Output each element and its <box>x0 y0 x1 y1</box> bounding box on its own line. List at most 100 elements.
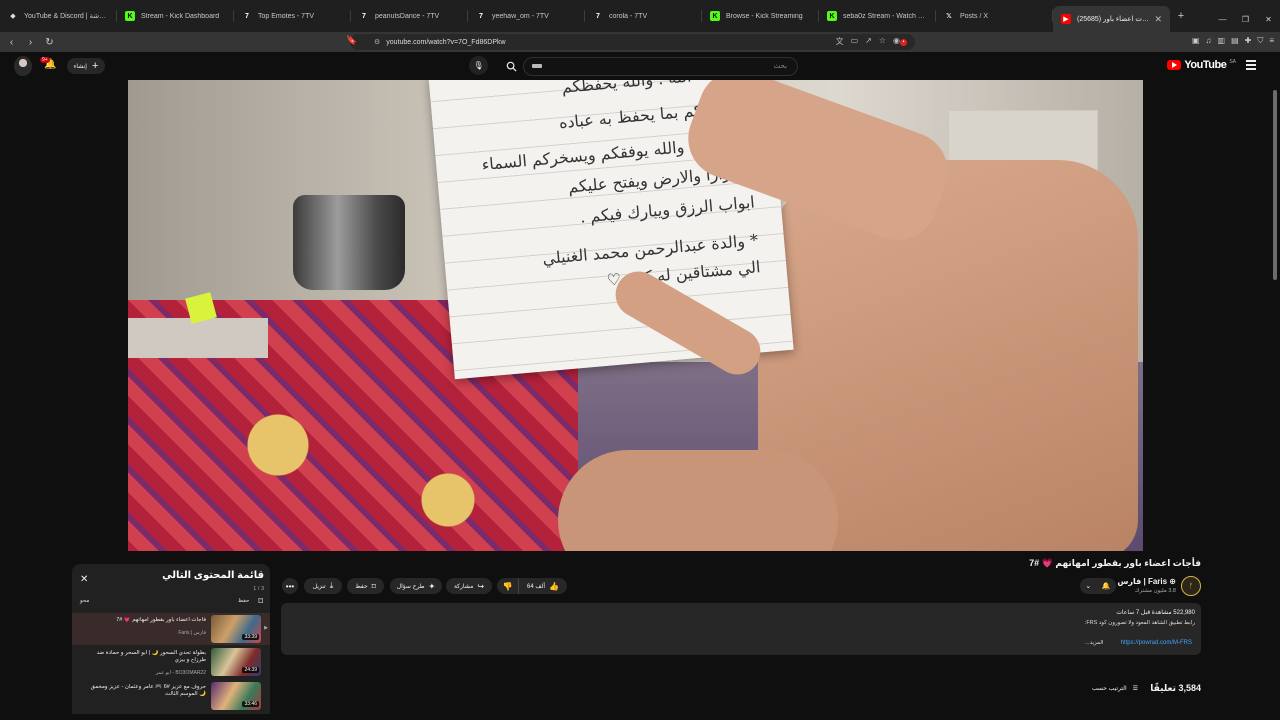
save-playlist-icon[interactable]: ⌑ <box>258 596 263 607</box>
more-actions-button[interactable]: ••• <box>282 578 298 594</box>
browser-tab[interactable]: ◆YouTube & Discord | يوت الدردشة <box>0 0 117 32</box>
7tv-icon: 7 <box>479 12 483 20</box>
ask-button[interactable]: طرح سؤال ✦ <box>390 578 442 594</box>
forward-button[interactable]: › <box>23 37 38 48</box>
kick-icon: K <box>827 11 837 21</box>
close-icon[interactable]: ✕ <box>80 574 88 585</box>
now-playing-icon: ▶ <box>264 625 268 631</box>
search-icon <box>506 61 517 72</box>
duration-badge: 24:39 <box>242 667 259 673</box>
chevron-down-icon: ⌄ <box>1085 583 1092 590</box>
kick-icon: K <box>710 11 720 21</box>
video-title: فأجات اعضاء باور بقطور امهاتهم 💗 #7 <box>1029 558 1201 568</box>
queue-clear-button[interactable]: محو <box>80 598 89 604</box>
comments-count: 3,584 تعليقًا <box>1150 683 1201 693</box>
create-button[interactable]: إنشاء + <box>67 58 105 74</box>
wallet-icon[interactable]: ▤ <box>1231 36 1239 46</box>
share-arrow-icon: ↪ <box>477 581 485 591</box>
youtube-play-icon <box>1167 60 1182 70</box>
puzzle-icon[interactable]: ✚ <box>1245 36 1252 46</box>
like-button[interactable]: 64 ألف 👍 <box>519 578 567 594</box>
account-avatar[interactable] <box>14 56 32 76</box>
save-button[interactable]: حفظ ⌑ <box>347 578 384 594</box>
video-player[interactable]: إن شاء الله . والله يحفظكم ويحفظكم بما ي… <box>128 80 1143 551</box>
browser-tab[interactable]: 7 peanutsDance - 7TV <box>351 0 468 32</box>
sort-icon: ☰ <box>1132 686 1138 692</box>
site-info-icon[interactable]: ⚙ <box>374 38 380 46</box>
share-button[interactable]: مشاركة ↪ <box>446 578 492 594</box>
queue-save-label[interactable]: حفظ <box>238 598 249 604</box>
window-controls: — ❐ ✕ <box>1211 0 1280 32</box>
queue-item[interactable]: ▶ 33:39 فأجات اعضاء باور بقطور امهاتهم 💗… <box>72 613 270 645</box>
voice-search-icon[interactable]: 🎙 <box>469 56 488 75</box>
reload-button[interactable]: ↻ <box>42 37 57 48</box>
cast-icon[interactable]: ▭ <box>851 36 859 47</box>
download-button[interactable]: تنزيل ⤓ <box>304 578 342 594</box>
omnibox-actions: 文 ▭ ↗ ☆ ◉ • <box>836 36 907 47</box>
browser-tab[interactable]: 7 yeehaw_om - 7TV <box>468 0 585 32</box>
duration-badge: 33:46 <box>242 701 259 707</box>
bookmark-icon[interactable]: 🔖 <box>346 35 357 46</box>
browser-tab[interactable]: 7 Top Emotes - 7TV <box>234 0 351 32</box>
youtube-logo[interactable]: YouTube SA <box>1167 59 1236 71</box>
sidebar-icon[interactable]: ▥ <box>1218 36 1226 46</box>
view-count: 522,980 مشاهدة قبل 7 ساعات <box>1116 610 1195 616</box>
search-input[interactable]: بحث <box>523 57 798 76</box>
tab-search-icon[interactable]: ▣ <box>1192 36 1200 46</box>
dislike-button[interactable]: 👎 <box>497 578 519 594</box>
7tv-icon: 7 <box>596 12 600 20</box>
browser-toolbar: ▣ ♫ ▥ ▤ ✚ ⛉ ≡ <box>1192 36 1274 46</box>
browser-tab[interactable]: 7 corola - 7TV <box>585 0 702 32</box>
menu-icon[interactable]: ≡ <box>1269 36 1274 46</box>
channel-avatar[interactable]: ᚠ <box>1181 576 1201 596</box>
close-icon[interactable]: ✕ <box>1154 14 1162 25</box>
address-bar-row: ‹ › ↻ 🔖 ⚙ youtube.com/watch?v=7O_Fd86DPk… <box>0 32 1280 52</box>
sort-comments-button[interactable]: الترتيب حسب ☰ <box>1092 685 1138 692</box>
browser-tab[interactable]: K Stream - Kick Dashboard <box>117 0 234 32</box>
show-more-link[interactable]: ...المزيد <box>1085 640 1103 646</box>
bell-icon: 🔔 <box>1101 583 1111 590</box>
browser-tab[interactable]: Kseba0z Stream - Watch Live on Ki… <box>819 0 936 32</box>
url-text: youtube.com/watch?v=7O_Fd86DPkw <box>386 38 506 46</box>
browser-tab[interactable]: K Browse - Kick Streaming <box>702 0 819 32</box>
translate-icon[interactable]: 文 <box>836 36 844 47</box>
youtube-icon: ▶ <box>1061 14 1071 24</box>
close-window-button[interactable]: ✕ <box>1257 0 1280 32</box>
kick-icon: K <box>125 11 135 21</box>
url-bar[interactable]: 🔖 ⚙ youtube.com/watch?v=7O_Fd86DPkw 文 ▭ … <box>346 34 915 50</box>
7tv-icon: 7 <box>362 12 366 20</box>
page-scrollbar[interactable] <box>1272 80 1278 720</box>
notification-count-badge: 9+ <box>40 57 50 63</box>
subscription-bell-button[interactable]: ⌄ 🔔 <box>1080 578 1116 594</box>
download-icon: ⤓ <box>329 581 334 590</box>
new-tab-button[interactable]: + <box>1170 10 1192 22</box>
channel-name[interactable]: فارس | Faris ⊕ <box>1117 577 1176 586</box>
extension-icon[interactable]: ◉ • <box>893 36 907 47</box>
search-button[interactable] <box>500 57 522 76</box>
media-icon[interactable]: ♫ <box>1206 36 1212 46</box>
keyboard-icon[interactable] <box>532 64 542 68</box>
description-link[interactable]: https://powrad.com/M-FRS <box>1121 640 1192 646</box>
note-line: ابواب الرزق ويبارك فيكم . <box>579 192 756 227</box>
scrollbar-thumb[interactable] <box>1273 90 1277 280</box>
back-button[interactable]: ‹ <box>4 37 19 48</box>
maximize-button[interactable]: ❐ <box>1234 0 1257 32</box>
queue-item[interactable]: 33:46 حروف مع عزيز #6 🎮 عامر وعثمان - عز… <box>72 680 270 712</box>
guide-menu-icon[interactable] <box>1246 60 1256 72</box>
browser-tab[interactable]: 𝕏 Posts / X <box>936 0 1053 32</box>
browser-tab-active[interactable]: ▶(25685) فأجات اعضاء باور …✕ <box>1053 6 1170 32</box>
minimize-button[interactable]: — <box>1211 0 1234 32</box>
share-icon[interactable]: ↗ <box>865 36 872 47</box>
queue-title: قائمة المحتوى التالي <box>162 570 264 581</box>
queue-item-channel: فارس | Faris <box>178 630 206 636</box>
7tv-icon: 7 <box>245 12 249 20</box>
description-box[interactable]: 522,980 مشاهدة قبل 7 ساعات رابط تطبيق ال… <box>281 603 1201 655</box>
shield-icon[interactable]: ⛉ <box>1257 36 1263 46</box>
plus-icon: + <box>91 60 99 72</box>
video-tray <box>128 318 268 358</box>
queue-item-title: حروف مع عزيز #6 🎮 عامر وعثمان - عزيز ومخ… <box>90 684 206 697</box>
queue-item-title: فأجات اعضاء باور بقطور امهاتهم 💗 #7 <box>116 617 206 623</box>
queue-item[interactable]: 24:39 بطولة تحدي السحور 🌙 | ابو السحر و … <box>72 646 270 678</box>
bookmark-icon: ⌑ <box>371 581 376 591</box>
star-icon[interactable]: ☆ <box>879 36 886 47</box>
